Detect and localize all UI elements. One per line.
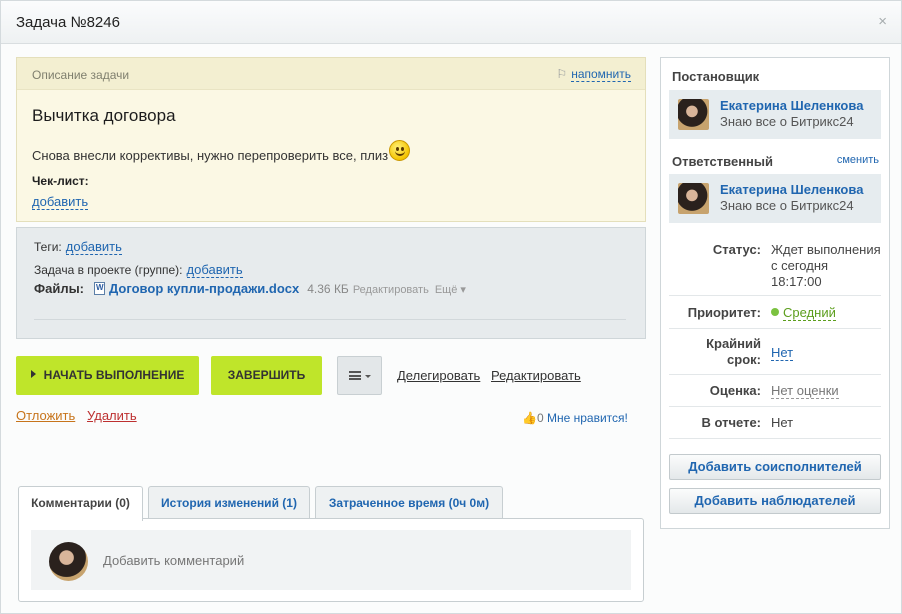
- start-button-label: НАЧАТЬ ВЫПОЛНЕНИЕ: [43, 368, 185, 382]
- tags-row: Теги: добавить: [34, 239, 122, 255]
- task-title: Вычитка договора: [32, 106, 176, 125]
- project-label: Задача в проекте (группе):: [34, 263, 183, 277]
- play-icon: [30, 370, 36, 378]
- divider: [669, 406, 881, 407]
- priority-label: Приоритет:: [687, 305, 761, 320]
- file-edit-link[interactable]: Редактировать: [353, 284, 429, 296]
- window-title: Задача №8246: [16, 14, 120, 31]
- comments-panel: Добавить комментарий: [18, 518, 644, 602]
- files-row: Файлы: Договор купли-продажи.docx 4.36 КБ Р…: [34, 281, 466, 296]
- priority-link[interactable]: Средний: [783, 305, 836, 321]
- docx-file-icon: [94, 282, 106, 295]
- deadline-label-line2: срок:: [727, 352, 761, 367]
- description-label: Описание задачи: [32, 68, 130, 82]
- remind-link[interactable]: ⚐ напомнить: [556, 67, 631, 82]
- rating-label: Оценка:: [709, 383, 761, 398]
- file-size: 4.36 КБ: [307, 282, 349, 296]
- divider: [669, 374, 881, 375]
- status-value: Ждет выполнения с сегодня 18:17:00: [771, 242, 881, 290]
- description-header: Описание задачи ⚐ напомнить: [17, 58, 645, 90]
- creator-heading: Постановщик: [672, 69, 760, 84]
- responsible-role: Знаю все о Битрикс24: [720, 198, 854, 213]
- checklist-add-link[interactable]: добавить: [32, 194, 89, 210]
- postpone-link[interactable]: Отложить: [16, 408, 75, 423]
- add-coexecutors-button[interactable]: Добавить соисполнителей: [669, 454, 881, 480]
- project-add-link[interactable]: добавить: [186, 262, 243, 278]
- deadline-label-line1: Крайний: [706, 336, 761, 351]
- add-comment-area[interactable]: Добавить комментарий: [31, 530, 631, 590]
- more-actions-button[interactable]: [337, 356, 382, 395]
- tab-comments[interactable]: Комментарии (0): [18, 486, 143, 521]
- file-link[interactable]: Договор купли-продажи.docx: [109, 281, 299, 296]
- like-widget[interactable]: 👍0 Мне нравится!: [522, 411, 628, 425]
- delete-link[interactable]: Удалить: [87, 408, 137, 423]
- responsible-name-link[interactable]: Екатерина Шеленкова: [720, 182, 863, 197]
- priority-value[interactable]: Средний: [771, 305, 836, 321]
- task-text: Снова внесли коррективы, нужно перепрове…: [32, 148, 389, 163]
- like-label[interactable]: Мне нравится!: [547, 411, 628, 425]
- add-observers-button[interactable]: Добавить наблюдателей: [669, 488, 881, 514]
- project-row: Задача в проекте (группе): добавить: [34, 262, 243, 278]
- divider: [669, 295, 881, 296]
- rating-link[interactable]: Нет оценки: [771, 383, 839, 399]
- tags-add-link[interactable]: добавить: [65, 239, 122, 255]
- creator-name-link[interactable]: Екатерина Шеленкова: [720, 98, 863, 113]
- tab-time-spent[interactable]: Затраченное время (0ч 0м): [315, 486, 503, 520]
- creator-role: Знаю все о Битрикс24: [720, 114, 854, 129]
- smiley-icon: [389, 140, 410, 161]
- chevron-down-icon: [365, 375, 371, 378]
- meta-divider: [34, 319, 626, 320]
- file-more-dropdown[interactable]: Ещё ▾: [435, 284, 466, 296]
- checklist-label: Чек-лист:: [32, 174, 89, 188]
- task-window: Задача №8246 × Описание задачи ⚐ напомнит…: [0, 0, 902, 614]
- priority-dot-icon: [771, 308, 779, 316]
- report-label: В отчете:: [701, 415, 761, 430]
- creator-card: Екатерина Шеленкова Знаю все о Битрикс24: [669, 90, 881, 139]
- thumbs-up-icon: 👍: [522, 411, 537, 425]
- status-state: Ждет выполнения: [771, 242, 881, 257]
- add-comment-placeholder[interactable]: Добавить комментарий: [103, 553, 244, 568]
- deadline-link[interactable]: Нет: [771, 345, 794, 361]
- menu-icon: [349, 371, 361, 380]
- start-button[interactable]: НАЧАТЬ ВЫПОЛНЕНИЕ: [16, 356, 199, 395]
- creator-avatar: [678, 99, 709, 130]
- status-since: с сегодня: [771, 258, 829, 273]
- title-bar: Задача №8246 ×: [1, 1, 901, 44]
- report-value: Нет: [771, 415, 794, 430]
- status-time: 18:17:00: [771, 274, 822, 289]
- task-sidebar: Постановщик Екатерина Шеленкова Знаю все…: [660, 57, 890, 529]
- task-description-panel: Описание задачи ⚐ напомнить Вычитка догов…: [16, 57, 646, 222]
- responsible-avatar: [678, 183, 709, 214]
- rating-value[interactable]: Нет оценки: [771, 383, 839, 399]
- files-label: Файлы:: [34, 281, 85, 296]
- deadline-value[interactable]: Нет: [771, 345, 794, 361]
- close-icon[interactable]: ×: [878, 13, 887, 30]
- delegate-link[interactable]: Делегировать: [397, 368, 480, 383]
- avatar: [49, 542, 88, 581]
- reminder-icon: ⚐: [556, 67, 568, 81]
- tags-label: Теги:: [34, 240, 62, 254]
- remind-label[interactable]: напомнить: [571, 67, 631, 82]
- divider: [669, 328, 881, 329]
- responsible-card: Екатерина Шеленкова Знаю все о Битрикс24: [669, 174, 881, 223]
- finish-button[interactable]: ЗАВЕРШИТЬ: [211, 356, 322, 395]
- edit-link[interactable]: Редактировать: [491, 368, 581, 383]
- divider: [669, 438, 881, 439]
- status-label: Статус:: [712, 242, 761, 257]
- change-responsible-link[interactable]: сменить: [837, 154, 879, 166]
- tab-history[interactable]: История изменений (1): [148, 486, 310, 520]
- responsible-heading: Ответственный: [672, 154, 773, 169]
- task-meta-panel: Теги: добавить Задача в проекте (группе):…: [16, 227, 646, 339]
- like-count: 0: [536, 411, 544, 425]
